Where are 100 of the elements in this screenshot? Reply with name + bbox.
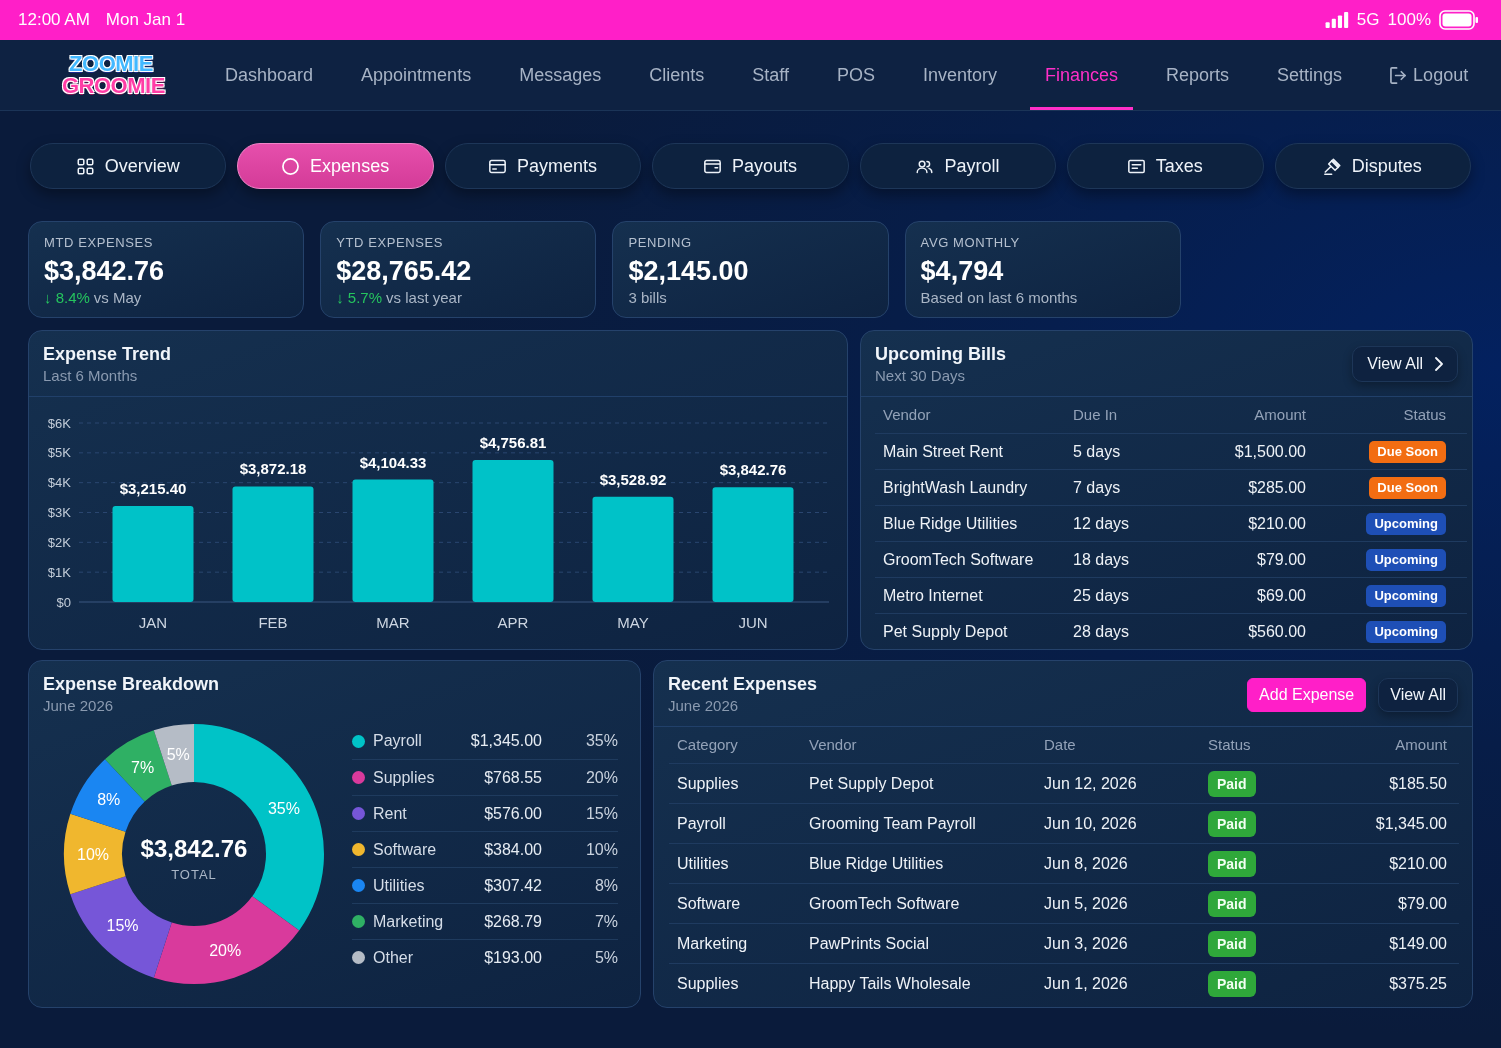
table-cell-text: BrightWash Laundry bbox=[883, 477, 1029, 498]
axis-label: APR bbox=[497, 614, 529, 631]
axis-label: FEB bbox=[258, 614, 288, 631]
network-label: 5G bbox=[1356, 9, 1380, 32]
axis-label: $4K bbox=[47, 475, 71, 491]
column-header: Due In bbox=[1073, 404, 1119, 425]
column-header: Status bbox=[1403, 404, 1446, 425]
column-header: Date bbox=[1044, 734, 1077, 755]
tab[interactable]: Payroll bbox=[859, 143, 1057, 189]
nav-link[interactable]: Inventory bbox=[907, 40, 1012, 110]
panel-subtitle: June 2026 bbox=[43, 696, 115, 716]
table-cell-text: $285.00 bbox=[1248, 477, 1306, 498]
table-cell-text: $149.00 bbox=[1389, 933, 1447, 954]
table-cell-text: $210.00 bbox=[1248, 513, 1306, 534]
slice-label: 35% bbox=[268, 799, 300, 817]
grid-icon bbox=[76, 157, 94, 175]
data-label: $3,528.92 bbox=[599, 470, 667, 488]
table-cell-text: 25 days bbox=[1073, 585, 1131, 606]
nav-link[interactable]: Reports bbox=[1151, 40, 1245, 110]
data-label: $4,104.33 bbox=[359, 453, 427, 471]
table-cell-text: 28 days bbox=[1073, 621, 1131, 642]
battery-icon bbox=[1439, 10, 1479, 30]
stat-value: $4,794 bbox=[920, 255, 1005, 287]
nav-link[interactable]: Dashboard bbox=[210, 40, 329, 110]
legend-label: Marketing bbox=[373, 911, 445, 932]
logout-link[interactable]: Logout bbox=[1375, 40, 1484, 110]
column-header: Vendor bbox=[809, 734, 858, 755]
table-cell-text: Supplies bbox=[677, 773, 740, 794]
nav-link[interactable]: Finances bbox=[1030, 40, 1134, 110]
stat-label: MTD EXPENSES bbox=[44, 235, 155, 251]
stat-note: vs last year bbox=[386, 288, 462, 308]
table-cell-text: $375.25 bbox=[1389, 973, 1447, 994]
status-tag: Upcoming bbox=[1366, 584, 1446, 607]
nav-link[interactable]: Settings bbox=[1262, 40, 1358, 110]
gavel-icon bbox=[1323, 157, 1341, 175]
stat-note: vs May bbox=[93, 288, 142, 308]
panel-title: Recent Expenses bbox=[668, 673, 818, 695]
column-header: Category bbox=[677, 734, 739, 755]
legend-label: Other bbox=[373, 947, 414, 968]
axis-label: $1K bbox=[47, 564, 71, 580]
slice-label: 7% bbox=[131, 758, 155, 776]
table-cell-text: 18 days bbox=[1073, 549, 1131, 570]
table-cell-text: $79.00 bbox=[1257, 549, 1306, 570]
change-value: ↓ 5.7% bbox=[336, 288, 383, 308]
table-cell-text: Utilities bbox=[677, 853, 730, 874]
circle-icon bbox=[282, 157, 300, 175]
status-tag: Due Soon bbox=[1369, 440, 1446, 463]
status-tag: Paid bbox=[1208, 890, 1256, 917]
table-cell-text: Pet Supply Depot bbox=[809, 773, 935, 794]
status-tag: Paid bbox=[1208, 810, 1256, 837]
column-header: Status bbox=[1208, 734, 1252, 755]
nav-link[interactable]: Appointments bbox=[346, 40, 487, 110]
tab[interactable]: Overview bbox=[30, 143, 227, 189]
panel-subtitle: Last 6 Months bbox=[43, 366, 139, 386]
receipt-icon bbox=[1127, 157, 1145, 175]
nav-link[interactable]: Staff bbox=[737, 40, 804, 110]
table-cell-text: Jun 8, 2026 bbox=[1044, 853, 1129, 874]
status-tag: Paid bbox=[1208, 850, 1256, 877]
tab[interactable]: Payments bbox=[444, 143, 642, 189]
table-cell-text: Jun 3, 2026 bbox=[1044, 933, 1129, 954]
table-cell-text: Jun 12, 2026 bbox=[1044, 773, 1138, 794]
legend-share: 7% bbox=[593, 911, 618, 932]
tab[interactable]: Expenses bbox=[237, 143, 434, 189]
legend-amount: $268.79 bbox=[484, 911, 542, 932]
view-all-button[interactable]: View All bbox=[1378, 678, 1458, 712]
view-all-button[interactable]: View All bbox=[1352, 346, 1458, 382]
tab[interactable]: Taxes bbox=[1067, 143, 1264, 189]
stat-value: $28,765.42 bbox=[336, 255, 473, 287]
stat-value: $3,842.76 bbox=[44, 255, 166, 287]
legend-share: 20% bbox=[584, 767, 618, 788]
nav-link[interactable]: Messages bbox=[504, 40, 617, 110]
legend-label: Software bbox=[373, 839, 438, 860]
table-cell-text: Software bbox=[677, 893, 742, 914]
status-tag: Upcoming bbox=[1366, 548, 1446, 571]
donut-total-label: TOTAL bbox=[171, 867, 217, 882]
panel-title: Expense Breakdown bbox=[43, 673, 220, 695]
table-cell-text: Jun 5, 2026 bbox=[1044, 893, 1129, 914]
table-cell-text: $69.00 bbox=[1257, 585, 1306, 606]
axis-label: $3K bbox=[47, 505, 71, 520]
battery-percent: 100% bbox=[1387, 9, 1431, 32]
slice-label: 15% bbox=[106, 916, 139, 934]
legend-label: Rent bbox=[373, 803, 408, 824]
legend-amount: $384.00 bbox=[484, 839, 542, 860]
slice-label: 8% bbox=[97, 791, 121, 809]
tab[interactable]: Payouts bbox=[652, 143, 849, 189]
status-tag: Paid bbox=[1208, 770, 1256, 797]
status-tag: Paid bbox=[1208, 970, 1256, 997]
column-header: Vendor bbox=[883, 404, 932, 425]
status-time: 12:00 AM bbox=[18, 9, 90, 32]
nav-link[interactable]: POS bbox=[821, 40, 890, 110]
data-label: $4,756.81 bbox=[479, 434, 547, 452]
tab[interactable]: Disputes bbox=[1274, 143, 1471, 189]
legend-share: 5% bbox=[593, 947, 618, 968]
axis-label: MAR bbox=[376, 614, 410, 631]
axis-label: $2K bbox=[47, 534, 71, 550]
stat-label: YTD EXPENSES bbox=[336, 235, 445, 251]
table-cell-text: 7 days bbox=[1073, 477, 1122, 498]
status-tag: Due Soon bbox=[1369, 476, 1446, 499]
nav-link[interactable]: Clients bbox=[634, 40, 720, 110]
legend-label: Supplies bbox=[373, 767, 436, 788]
